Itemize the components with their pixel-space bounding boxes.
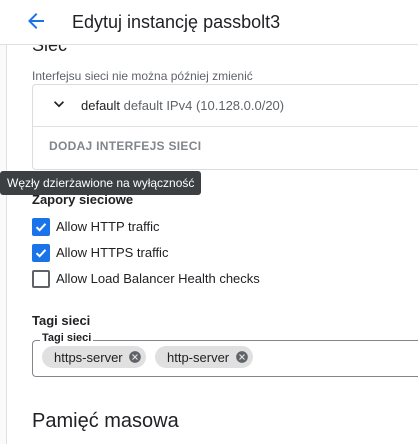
check-icon [35,249,47,258]
add-network-interface-button[interactable]: DODAJ INTERFEJS SIECI [49,139,201,153]
network-tags-field-label: Tagi sieci [40,332,94,344]
side-panel-edge [0,0,7,444]
top-app-bar: Edytuj instancję passbolt3 [0,0,418,45]
storage-section-title: Pamięć masowa [32,410,179,432]
allow-https-checkbox[interactable] [32,244,50,262]
back-button[interactable] [24,9,48,33]
network-interface-detail: default IPv4 (10.128.0.0/20) [123,98,285,113]
network-interface-hint: Interfejsu sieci nie można później zmien… [32,69,253,83]
tag-chip-https-server[interactable]: https-server [42,346,146,368]
allow-lb-health-checkbox[interactable] [32,270,50,288]
chevron-down-icon[interactable] [49,94,69,114]
allow-http-label: Allow HTTP traffic [56,219,160,234]
network-interface-panel: default default IPv4 (10.128.0.0/20) DOD… [32,84,418,170]
network-tags-title: Tagi sieci [32,313,91,328]
tag-chip-label: https-server [54,350,123,365]
page-title: Edytuj instancję passbolt3 [72,12,281,32]
network-interface-row[interactable]: default default IPv4 (10.128.0.0/20) [33,85,418,127]
network-interface-summary: default default IPv4 (10.128.0.0/20) [81,98,284,113]
cancel-circle-icon[interactable] [128,350,142,364]
network-interface-name: default [81,98,121,113]
arrow-back-icon [28,13,44,29]
allow-https-label: Allow HTTPS traffic [56,245,169,260]
tooltip: Węzły dzierżawione na wyłączność [0,171,201,195]
allow-http-checkbox[interactable] [32,218,50,236]
cancel-circle-icon[interactable] [235,350,249,364]
check-icon [35,223,47,232]
tag-chip-label: http-server [167,350,230,365]
tag-chip-http-server[interactable]: http-server [155,346,253,368]
allow-lb-health-label: Allow Load Balancer Health checks [56,271,260,286]
